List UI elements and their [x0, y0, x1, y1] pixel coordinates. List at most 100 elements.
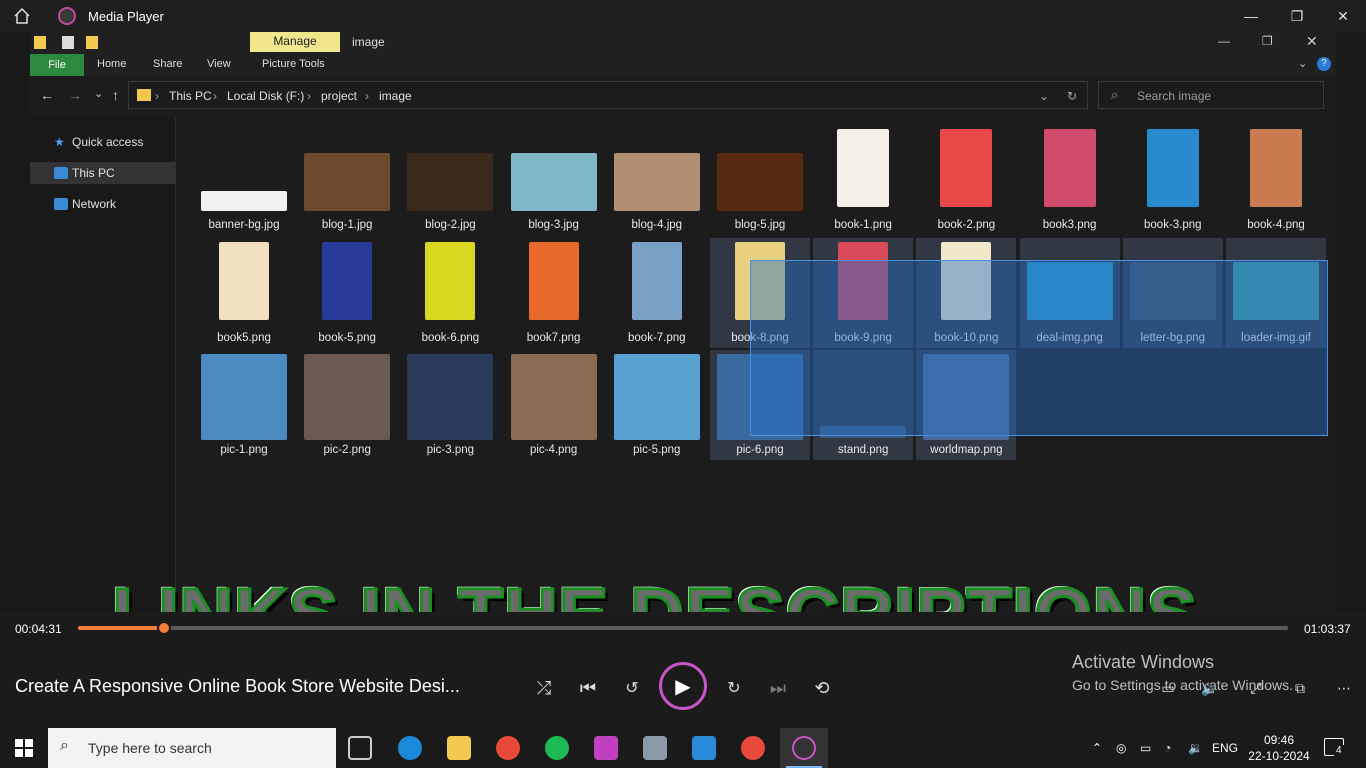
file-item[interactable]: book-2.png [916, 125, 1016, 235]
media-player-icon [792, 736, 816, 760]
recent-chevron-icon[interactable]: ⌄ [94, 87, 103, 100]
chevron-up-icon[interactable]: ⌃ [1092, 741, 1102, 755]
file-item[interactable]: book7.png [504, 238, 604, 348]
wifi-icon[interactable]: ◔ [1164, 741, 1171, 755]
skip-back-10-icon[interactable]: ↺ [618, 674, 646, 702]
speaker-icon[interactable]: 🔉 [1188, 741, 1203, 755]
mini-player-icon[interactable]: ⧉ [1286, 674, 1314, 702]
file-explorer-icon[interactable] [447, 736, 471, 760]
file-thumbnail [613, 153, 700, 211]
nav-this-pc[interactable]: This PC [30, 162, 176, 184]
file-item[interactable]: book-7.png [607, 238, 707, 348]
system-clock[interactable]: 09:46 22-10-2024 [1246, 732, 1312, 764]
chrome-icon[interactable] [741, 736, 765, 760]
refresh-icon[interactable]: ↻ [1067, 89, 1077, 103]
chevron-down-icon[interactable]: ⌄ [1298, 57, 1307, 70]
file-item[interactable]: pic-5.png [607, 350, 707, 460]
breadcrumb-project[interactable]: project [321, 89, 357, 103]
meet-icon[interactable]: ◎ [1116, 741, 1126, 755]
back-icon[interactable]: ← [40, 87, 54, 103]
help-icon[interactable]: ? [1317, 57, 1331, 71]
ribbon-tab-home[interactable]: Home [97, 58, 126, 70]
next-icon[interactable]: ⏭ [764, 674, 792, 702]
file-item[interactable]: book-3.png [1123, 125, 1223, 235]
start-button[interactable] [0, 728, 48, 768]
volume-icon[interactable]: 🔈 [1196, 674, 1224, 702]
repeat-off-icon[interactable]: ⟲ [808, 674, 836, 702]
vscode-icon[interactable] [692, 736, 716, 760]
language-indicator[interactable]: ENG [1212, 741, 1238, 755]
breadcrumb-separator: › [307, 89, 311, 103]
video-frame[interactable]: Manage image — ❐ ✕ File Home Share View … [0, 32, 1366, 612]
file-item[interactable]: blog-1.jpg [297, 125, 397, 235]
file-item[interactable]: book3.png [1020, 125, 1120, 235]
address-bar[interactable]: › This PC › Local Disk (F:) › project › … [128, 81, 1088, 109]
task-view-icon[interactable] [348, 736, 372, 760]
up-icon[interactable]: ↑ [112, 87, 119, 103]
ribbon-tab-file[interactable]: File [30, 54, 84, 76]
file-item[interactable]: blog-3.jpg [504, 125, 604, 235]
intellij-icon[interactable] [594, 736, 618, 760]
previous-icon[interactable]: ⏮ [574, 674, 602, 702]
address-dropdown-icon[interactable]: ⌄ [1039, 89, 1049, 103]
notifications-icon[interactable]: 4 [1324, 738, 1344, 756]
file-name: pic-4.png [529, 444, 578, 456]
network-icon [54, 198, 68, 210]
file-name: blog-5.jpg [734, 219, 786, 231]
more-options-icon[interactable]: ⋯ [1330, 674, 1358, 702]
edge-icon[interactable] [398, 736, 422, 760]
file-item[interactable]: blog-2.jpg [400, 125, 500, 235]
ribbon-tab-picture-tools[interactable]: Picture Tools [262, 58, 325, 70]
seek-bar-thumb[interactable] [156, 621, 171, 635]
nav-quick-access[interactable]: ★ Quick access [50, 131, 174, 153]
file-item[interactable]: blog-4.jpg [607, 125, 707, 235]
skip-forward-30-icon[interactable]: ↻ [720, 674, 748, 702]
file-item[interactable]: book-5.png [297, 238, 397, 348]
media-player-taskbar-button[interactable] [780, 728, 828, 768]
file-name: blog-4.jpg [631, 219, 683, 231]
new-folder-icon [86, 36, 98, 49]
file-name: pic-2.png [323, 444, 371, 456]
file-item[interactable]: book-1.png [813, 125, 913, 235]
file-item[interactable]: book-4.png [1226, 125, 1326, 235]
app-icon[interactable] [643, 736, 667, 760]
minimize-button[interactable]: — [1228, 0, 1274, 32]
file-item[interactable]: banner-bg.jpg [194, 125, 294, 235]
captions-icon[interactable]: ▭ [1154, 674, 1182, 702]
file-item[interactable]: pic-3.png [400, 350, 500, 460]
manage-tab[interactable]: Manage [250, 32, 340, 52]
battery-icon[interactable]: ▭ [1140, 741, 1151, 755]
nav-network[interactable]: Network [50, 193, 174, 215]
spotify-icon[interactable] [545, 736, 569, 760]
file-item[interactable]: pic-1.png [194, 350, 294, 460]
file-name: pic-5.png [633, 444, 681, 456]
breadcrumb-local-disk[interactable]: Local Disk (F:) [227, 89, 304, 103]
forward-icon[interactable]: → [68, 87, 82, 103]
total-duration: 01:03:37 [1304, 622, 1351, 636]
close-button[interactable]: ✕ [1320, 0, 1366, 32]
file-item[interactable]: book5.png [194, 238, 294, 348]
explorer-search-box[interactable]: ⌕ Search image [1098, 81, 1324, 109]
file-item[interactable]: pic-4.png [504, 350, 604, 460]
maximize-button[interactable]: ❐ [1274, 0, 1320, 32]
file-thumbnail [940, 129, 993, 207]
file-item[interactable]: book-6.png [400, 238, 500, 348]
ribbon-tab-share[interactable]: Share [153, 58, 182, 70]
chrome-icon[interactable] [496, 736, 520, 760]
fullscreen-icon[interactable]: ⤢ [1242, 674, 1270, 702]
breadcrumb-this-pc[interactable]: This PC [169, 89, 212, 103]
elapsed-time: 00:04:31 [15, 622, 62, 636]
file-thumbnail [717, 153, 803, 211]
ribbon-tab-view[interactable]: View [207, 58, 231, 70]
play-button[interactable]: ▶ [659, 662, 707, 710]
file-item[interactable]: pic-2.png [297, 350, 397, 460]
seek-bar[interactable] [78, 621, 1288, 635]
shuffle-icon[interactable]: ⤮ [530, 674, 558, 702]
explorer-minimize-icon: — [1218, 34, 1230, 48]
breadcrumb-image[interactable]: image [379, 89, 412, 103]
taskbar-search[interactable]: ⌕ Type here to search [48, 728, 336, 768]
breadcrumb-separator: › [213, 89, 217, 103]
home-icon[interactable] [12, 6, 32, 26]
file-item[interactable]: blog-5.jpg [710, 125, 810, 235]
clock-time: 09:46 [1263, 733, 1295, 747]
